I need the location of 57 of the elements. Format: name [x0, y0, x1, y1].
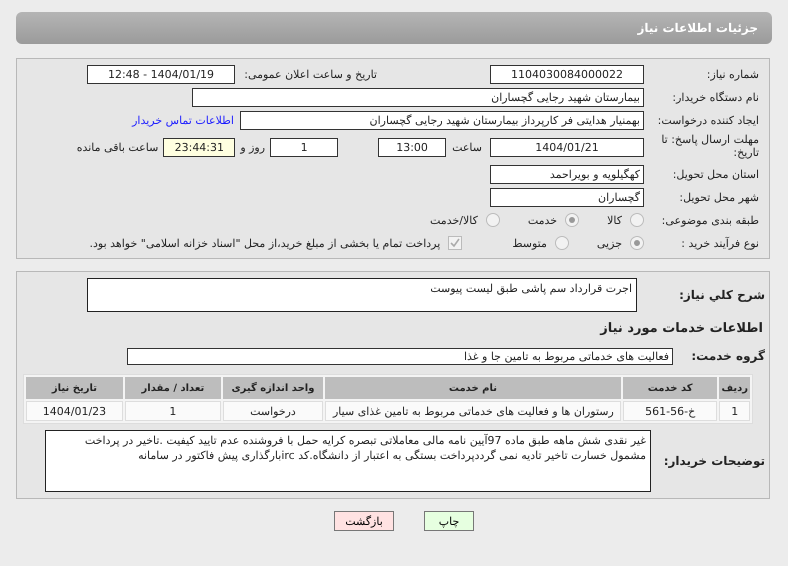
field-label: گروه خدمت:	[690, 349, 766, 363]
time-label: ساعت	[452, 140, 482, 154]
checkbox[interactable]	[448, 236, 462, 250]
deadline-time-field: 13:00	[378, 138, 446, 156]
remaining-time-field: 23:44:31	[163, 138, 236, 156]
column-header: کد خدمت	[622, 377, 718, 399]
field-label: شهر محل تحویل:	[678, 190, 760, 204]
column-header: تاریخ نیاز	[26, 377, 123, 399]
column-header: تعداد / مقدار	[124, 377, 221, 399]
radio-button[interactable]	[630, 236, 644, 250]
radio-label: متوسط	[512, 236, 547, 250]
field-label: مهلت ارسال پاسخ: تا تاریخ:	[660, 133, 760, 159]
page-header: جزئیات اطلاعات نیاز	[16, 12, 772, 44]
days-label: روز و	[240, 140, 266, 154]
table-cell: درخواست	[222, 401, 324, 421]
column-header: واحد اندازه گیری	[222, 377, 324, 399]
field-label: شرح کلي نياز:	[678, 288, 766, 302]
table-cell: 1	[719, 401, 750, 421]
table-cell: 1404/01/23	[26, 401, 123, 421]
description-field: اجرت قرارداد سم پاشی طبق لیست پیوست	[87, 278, 637, 312]
radio-button[interactable]	[486, 213, 500, 227]
field-label: تاریخ و ساعت اعلان عمومی:	[243, 68, 378, 80]
days-field: 1	[270, 138, 338, 156]
radio-label: خدمت	[528, 214, 558, 226]
buyer-contact-link[interactable]: اطلاعات تماس خریدار	[132, 114, 234, 126]
city-field: گچساران	[490, 188, 644, 206]
table-cell: رستوران ها و فعالیت های خدماتی مربوط به تامین غذای سیار	[325, 401, 621, 421]
service-group-field: فعالیت های خدماتی مربوط به تامین جا و غذا	[127, 348, 673, 364]
section-heading: اطلاعات خدمات مورد نیاز	[600, 320, 763, 336]
radio-label: کالا/خدمت	[430, 214, 478, 226]
field-label: نام دستگاه خریدار:	[671, 90, 760, 104]
radio-label: جزیی	[596, 236, 622, 250]
deadline-date-field: 1404/01/21	[490, 138, 644, 156]
back-button[interactable]: بازگشت	[334, 511, 394, 531]
province-field: کهگیلویه و بویراحمد	[490, 164, 644, 184]
table-cell: خ-56-561	[622, 401, 718, 421]
column-header: ردیف	[719, 377, 750, 399]
need-number-field: 1104030084000022	[490, 64, 644, 84]
radio-button[interactable]	[565, 213, 580, 227]
field-label: نوع فرآیند خرید :	[680, 236, 760, 250]
buyer-org-field: بیمارستان شهید رجایی گچساران	[192, 88, 644, 106]
field-label: توضیحات خریدار:	[662, 454, 766, 468]
field-label: ایجاد کننده درخواست:	[656, 114, 760, 126]
print-button[interactable]: چاپ	[424, 511, 474, 531]
radio-label: کالا	[607, 214, 622, 226]
checkbox-label: پرداخت تمام یا بخشی از مبلغ خرید،از محل "اسناد خزانه اسلامی" خواهد بود.	[90, 236, 440, 250]
table-cell: 1	[124, 401, 221, 421]
announce-date-field: 1404/01/19 - 12:48	[87, 64, 235, 84]
column-header: نام خدمت	[325, 377, 621, 399]
radio-button[interactable]	[554, 236, 569, 250]
requester-field: بهمنیار هدایتی فر کارپرداز بیمارستان شهید رجایی گچساران	[240, 110, 644, 130]
field-label: طبقه بندی موضوعی:	[660, 214, 760, 226]
buyer-notes-field: غیر نقدی شش ماهه طبق ماده 97آیین نامه مالی معاملاتی تبصره کرایه حمل با فروشنده عدم تایید کیفیت .تاخیر در پرداخت مشمول خسارت تاخیر تادیه نمی گرددپرداخت بستگی به اعتبار از دانشگاه.کد ircبارگذاری پیش فاکتور در سامانه	[45, 430, 651, 492]
field-label: شماره نیاز:	[706, 68, 760, 80]
radio-button[interactable]	[630, 213, 644, 227]
remaining-label: ساعت باقی مانده	[76, 140, 158, 154]
field-label: استان محل تحویل:	[672, 168, 760, 180]
